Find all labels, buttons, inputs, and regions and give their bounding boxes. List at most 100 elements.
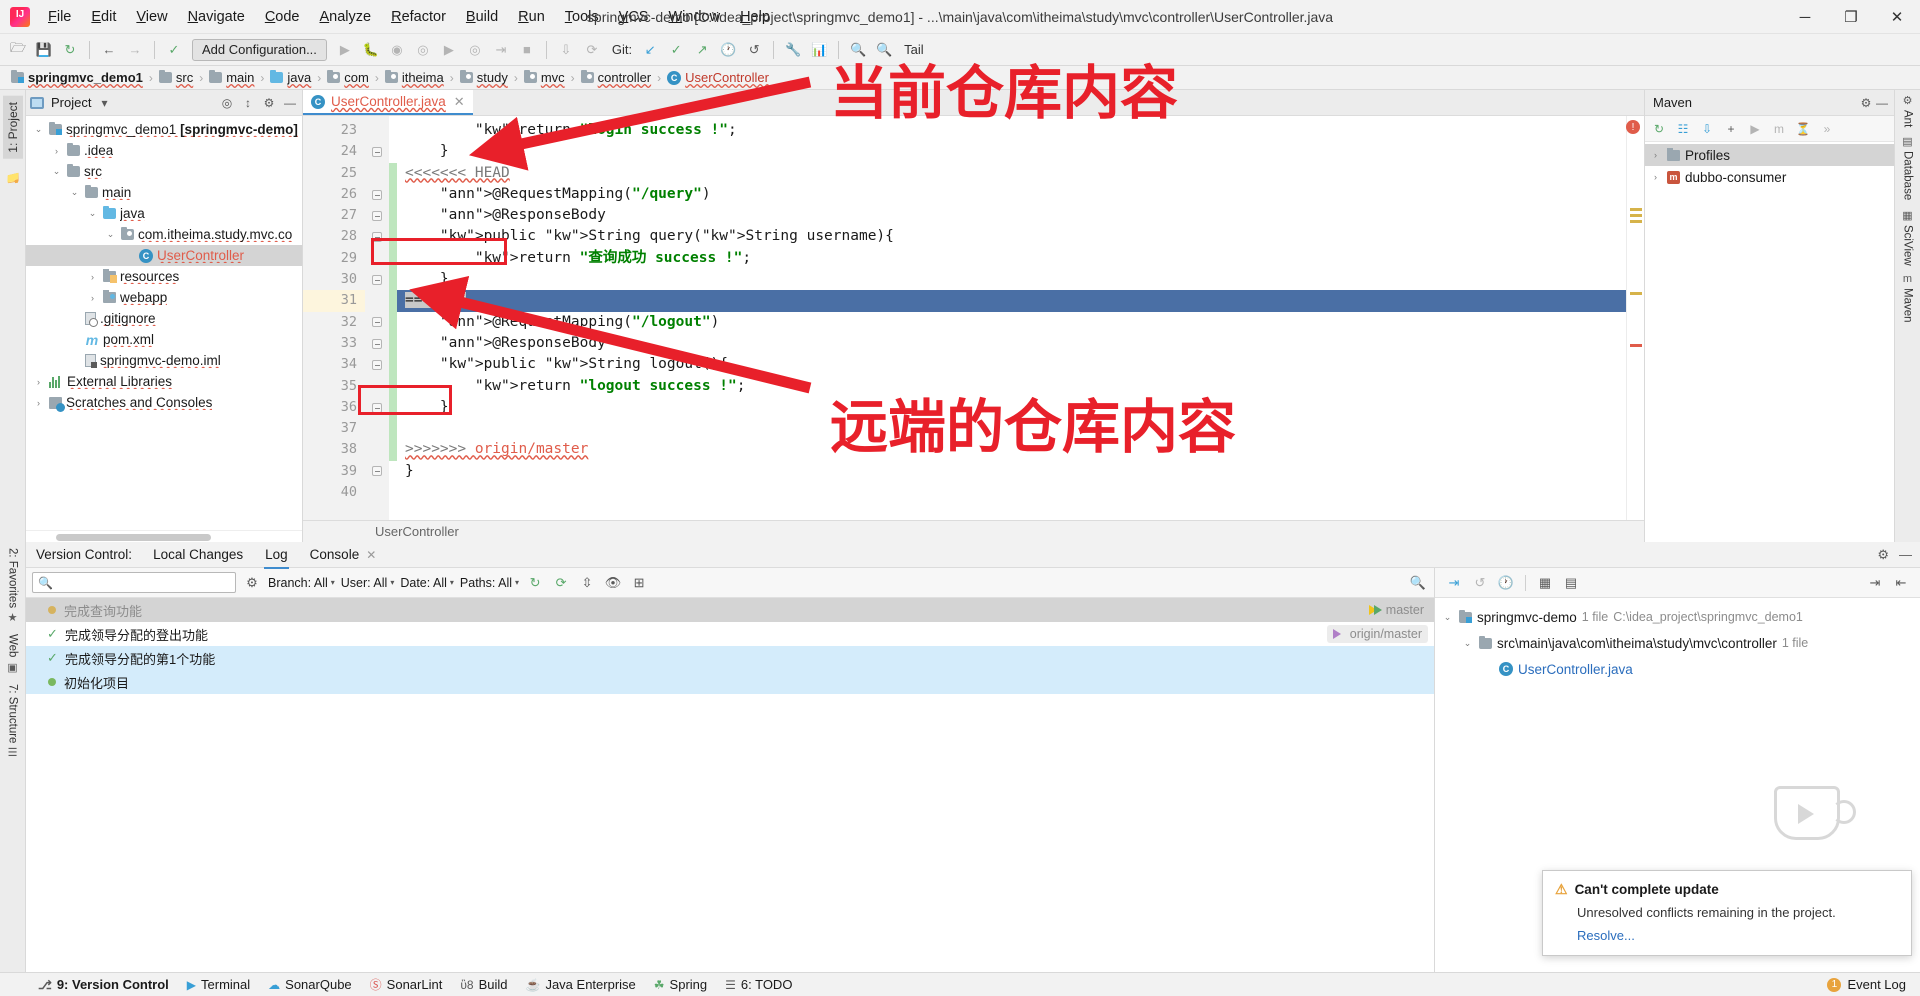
chevron-down-icon[interactable]: ⌄ (1461, 638, 1474, 649)
branch-tag-origin-master[interactable]: origin/master (1326, 625, 1428, 643)
code-line[interactable] (397, 482, 1626, 503)
refresh-icon[interactable]: ↻ (525, 573, 545, 593)
status-bar-item-spring[interactable]: ☘ Spring (654, 977, 707, 992)
close-icon[interactable]: ✕ (366, 548, 376, 562)
stop-icon[interactable]: ■ (515, 38, 539, 62)
maven-more-icon[interactable]: » (1816, 119, 1838, 139)
project-tree-item-resources[interactable]: › resources (26, 266, 302, 287)
warning-marker[interactable] (1630, 220, 1642, 223)
panel-settings-icon[interactable]: ⚙ (261, 95, 277, 111)
breadcrumb-item-study[interactable]: study (457, 70, 511, 85)
maven-toggle-skip-tests-icon[interactable]: ⏳ (1792, 119, 1814, 139)
tool-window-project[interactable]: 1: Project (2, 96, 23, 159)
fold-marker[interactable] (365, 205, 389, 226)
project-tree-item-src[interactable]: ⌄ src (26, 161, 302, 182)
chevron-right-icon[interactable]: › (1649, 172, 1662, 182)
tool-window-database[interactable]: ▤ Database (1902, 135, 1914, 200)
chevron-right-icon[interactable]: › (86, 293, 99, 303)
chevron-down-icon[interactable]: ⌄ (1441, 612, 1454, 623)
collapse-changes-icon[interactable]: ⇥ (1443, 572, 1465, 594)
filter-settings-icon[interactable]: ⚙ (242, 573, 262, 593)
project-tree-item-scratches-and-consoles[interactable]: › Scratches and Consoles (26, 392, 302, 413)
database-icon[interactable]: 📊 (807, 38, 831, 62)
panel-hide-icon[interactable]: — (282, 95, 298, 111)
git-commit-check-icon[interactable]: ✓ (664, 38, 688, 62)
code-line[interactable]: "ann">@ResponseBody (397, 333, 1626, 354)
locate-file-icon[interactable]: ◎ (219, 95, 235, 111)
breadcrumb-item-usercontroller[interactable]: C UserController (664, 70, 772, 85)
breadcrumb-item-mvc[interactable]: mvc (521, 70, 568, 85)
collapse-all-icon[interactable]: ⇤ (1890, 572, 1912, 594)
fold-marker[interactable] (365, 354, 389, 375)
fold-marker[interactable] (365, 141, 389, 162)
build-hammer-icon[interactable]: ✓ (162, 38, 186, 62)
branch-tag-master[interactable]: master (1368, 603, 1424, 617)
menu-edit[interactable]: Edit (81, 5, 126, 29)
forward-icon[interactable]: → (123, 38, 147, 62)
run-icon[interactable]: ▶ (333, 38, 357, 62)
changed-file-row[interactable]: C UserController.java (1435, 656, 1920, 682)
fold-marker[interactable] (365, 461, 389, 482)
step-icon[interactable]: ⇥ (489, 38, 513, 62)
commit-list[interactable]: 完成查询功能 master ✓ 完成领导分配的登出功能 origin/master ✓ 完成… (26, 598, 1434, 994)
project-tree-item--gitignore[interactable]: .gitignore (26, 308, 302, 329)
chevron-right-icon[interactable]: › (1649, 150, 1662, 160)
fold-marker[interactable] (365, 333, 389, 354)
chevron-down-icon[interactable]: ⌄ (68, 187, 81, 198)
project-tree-item-com-itheima-study-mvc-co[interactable]: ⌄ com.itheima.study.mvc.co (26, 224, 302, 245)
filter-branch[interactable]: Branch: All ▾ (268, 576, 335, 590)
warning-marker[interactable] (1630, 214, 1642, 217)
menu-vcs[interactable]: VCS (609, 5, 659, 29)
editor-tab-usercontroller[interactable]: C UserController.java ✕ (303, 90, 473, 115)
project-tree-item-main[interactable]: ⌄ main (26, 182, 302, 203)
close-button[interactable]: ✕ (1874, 0, 1920, 34)
fold-marker[interactable] (365, 397, 389, 418)
back-icon[interactable]: ← (97, 38, 121, 62)
project-tree-item--idea[interactable]: › .idea (26, 140, 302, 161)
filter-paths[interactable]: Paths: All ▾ (460, 576, 519, 590)
menu-build[interactable]: Build (456, 5, 508, 29)
filter-user[interactable]: User: All ▾ (341, 576, 395, 590)
tool-window-7-structure[interactable]: 7: Structure ☰ (7, 684, 19, 759)
maven-generate-sources-icon[interactable]: ☷ (1672, 119, 1694, 139)
commit-row[interactable]: 初始化项目 (26, 670, 1434, 694)
update-project-icon[interactable]: ⇩ (554, 38, 578, 62)
commit-row[interactable]: 完成查询功能 master (26, 598, 1434, 622)
fold-marker[interactable] (365, 312, 389, 333)
log-search-icon[interactable]: 🔍 (1408, 573, 1428, 593)
chevron-down-icon[interactable]: ⌄ (104, 229, 117, 240)
view-options-icon[interactable]: ▤ (1560, 572, 1582, 594)
editor-marker-bar[interactable]: ! (1626, 116, 1644, 520)
chevron-down-icon[interactable]: ▾ (96, 95, 112, 111)
tool-window-web[interactable]: Web ▣ (7, 634, 19, 673)
chevron-right-icon[interactable]: › (50, 146, 63, 156)
open-folder-icon[interactable]: 🗁 (6, 38, 30, 62)
menu-window[interactable]: Window (658, 5, 730, 29)
status-bar-item-todo[interactable]: ☰ 6: TODO (725, 977, 792, 992)
git-revert-icon[interactable]: ↺ (742, 38, 766, 62)
fetch-icon[interactable]: ⟳ (551, 573, 571, 593)
project-horizontal-scrollbar[interactable] (26, 530, 302, 542)
vc-hide-icon[interactable]: — (1899, 547, 1912, 563)
git-history-icon[interactable]: 🕐 (716, 38, 740, 62)
vc-settings-icon[interactable]: ⚙ (1877, 547, 1889, 563)
fold-marker[interactable] (365, 269, 389, 290)
maven-settings-icon[interactable]: ⚙ (1858, 95, 1874, 111)
menu-analyze[interactable]: Analyze (310, 5, 382, 29)
menu-view[interactable]: View (126, 5, 177, 29)
error-marker[interactable] (1630, 344, 1642, 347)
git-push-icon[interactable]: ↗ (690, 38, 714, 62)
commit-row[interactable]: ✓ 完成领导分配的第1个功能 (26, 646, 1434, 670)
tool-window-ant[interactable]: ⚙ Ant (1902, 94, 1914, 127)
wrench-icon[interactable]: 🔧 (781, 38, 805, 62)
filter-date[interactable]: Date: All ▾ (400, 576, 454, 590)
chevron-down-icon[interactable]: ⌄ (32, 124, 45, 135)
breadcrumb-item-controller[interactable]: controller (578, 70, 654, 85)
debug-icon[interactable]: 🐛 (359, 38, 383, 62)
error-count-badge[interactable]: ! (1626, 120, 1640, 134)
commit-icon[interactable]: ⟳ (580, 38, 604, 62)
project-tree-item-java[interactable]: ⌄ java (26, 203, 302, 224)
breadcrumb-item-com[interactable]: com (324, 70, 372, 85)
code-line[interactable]: <<<<<<< HEAD (397, 163, 1626, 184)
maven-reload-icon[interactable]: ↻ (1648, 119, 1670, 139)
